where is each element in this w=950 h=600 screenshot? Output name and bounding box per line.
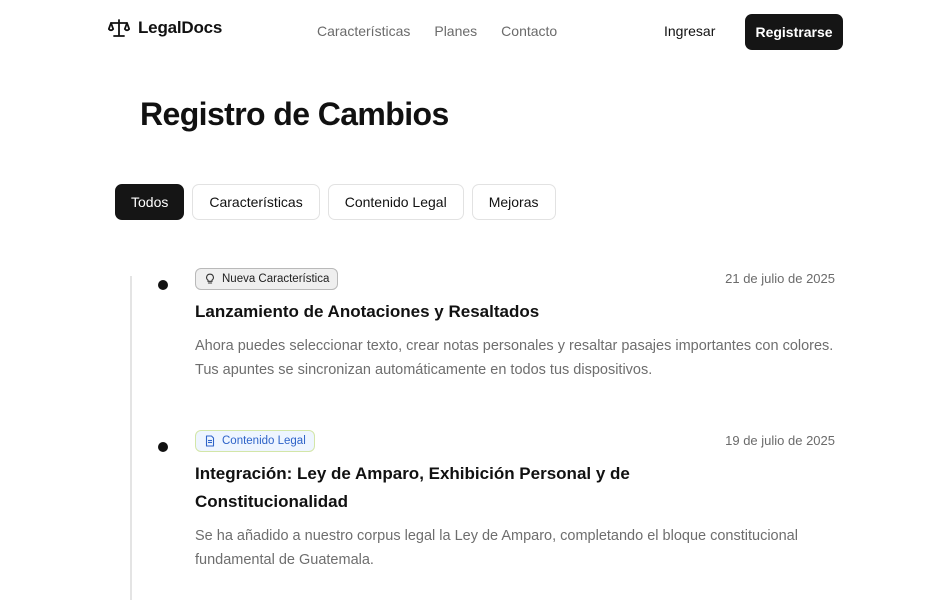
category-badge: Nueva Característica <box>195 268 339 290</box>
timeline-dot <box>158 280 168 290</box>
logo-text: LegalDocs <box>138 18 223 37</box>
filter-all[interactable]: Todos <box>115 184 185 220</box>
nav-link-contact[interactable]: Contacto <box>501 23 557 39</box>
nav-link-plans[interactable]: Planes <box>434 23 477 39</box>
entry-date: 19 de julio de 2025 <box>725 433 835 448</box>
badge-label: Nueva Característica <box>222 273 330 285</box>
filter-legal-content[interactable]: Contenido Legal <box>327 184 464 220</box>
nav-link-features[interactable]: Características <box>317 23 410 39</box>
entry-title: Lanzamiento de Anotaciones y Resaltados <box>195 302 540 321</box>
document-icon <box>204 435 216 447</box>
entry-title: Integración: Ley de Amparo, Exhibición P… <box>195 464 630 511</box>
site-header: LegalDocs Características Planes Contact… <box>0 0 950 64</box>
scales-icon <box>108 18 130 38</box>
lightbulb-icon <box>204 273 216 285</box>
badge-label: Contenido Legal <box>222 435 306 447</box>
logo[interactable]: LegalDocs <box>108 18 222 38</box>
signup-button[interactable]: Registrarse <box>745 14 843 50</box>
page-title: Registro de Cambios <box>140 96 449 132</box>
main-nav: Características Planes Contacto <box>317 23 557 39</box>
timeline-line <box>130 276 132 600</box>
category-badge: Contenido Legal <box>195 430 315 452</box>
timeline-dot <box>158 442 168 452</box>
login-link[interactable]: Ingresar <box>664 23 715 39</box>
filter-tabs: Todos Características Contenido Legal Me… <box>115 184 556 220</box>
filter-improvements[interactable]: Mejoras <box>471 184 556 220</box>
entry-description: Ahora puedes seleccionar texto, crear no… <box>195 338 834 378</box>
entry-date: 21 de julio de 2025 <box>725 271 835 286</box>
filter-features[interactable]: Características <box>192 184 320 220</box>
entry-description: Se ha añadido a nuestro corpus legal la … <box>195 528 798 568</box>
